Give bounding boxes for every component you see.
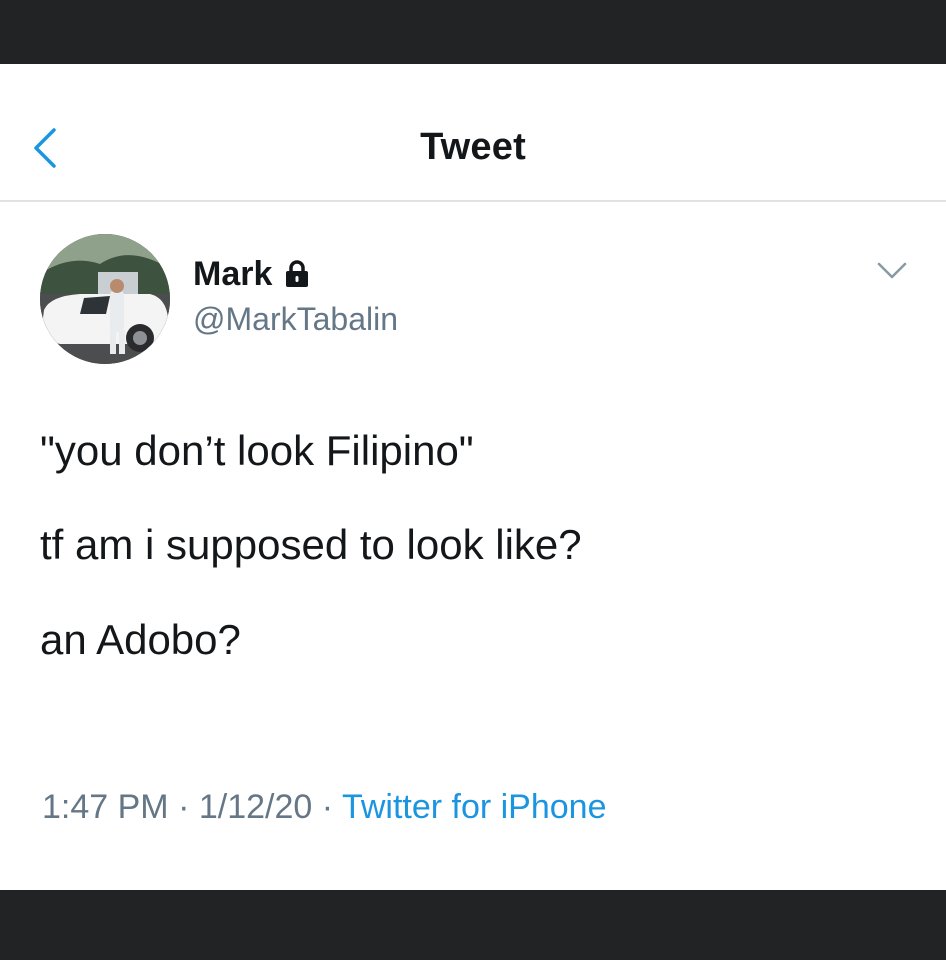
- avatar-photo: [40, 234, 170, 364]
- tweet-text: "you don’t look Filipino" tf am i suppos…: [40, 426, 920, 709]
- page-title: Tweet: [420, 126, 526, 168]
- navigation-bar: Tweet: [0, 64, 946, 202]
- tweet-source-link[interactable]: Twitter for iPhone: [342, 788, 607, 826]
- lock-icon: [284, 259, 310, 289]
- tweet-time: 1:47 PM: [42, 788, 169, 826]
- author-name[interactable]: Mark: [193, 255, 272, 294]
- tweet-metadata: 1:47 PM · 1/12/20 · Twitter for iPhone: [42, 788, 607, 827]
- tweet-date: 1/12/20: [198, 788, 313, 826]
- avatar[interactable]: [40, 234, 170, 364]
- tweet-line: tf am i supposed to look like?: [40, 521, 582, 569]
- author-handle[interactable]: @MarkTabalin: [193, 301, 398, 338]
- meta-separator: ·: [178, 788, 190, 826]
- screenshot-frame: Tweet Mark @MarkTabalin "you don’t look …: [0, 0, 946, 960]
- meta-separator: ·: [321, 788, 334, 826]
- author-name-row: Mark: [193, 252, 310, 296]
- tweet-menu-button[interactable]: [876, 260, 908, 282]
- tweet-line: "you don’t look Filipino": [40, 427, 474, 474]
- tweet-line: an Adobo?: [40, 615, 241, 663]
- chevron-down-icon: [877, 262, 907, 279]
- tweet-screen: Tweet Mark @MarkTabalin "you don’t look …: [0, 64, 946, 890]
